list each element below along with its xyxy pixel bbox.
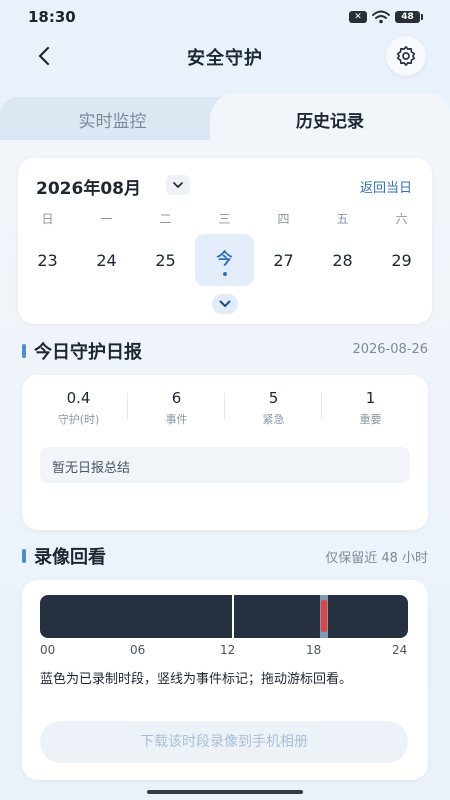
status-time: 18:30: [28, 8, 76, 26]
recording-timeline[interactable]: [40, 595, 408, 638]
calendar-card: 2026年08月 返回当日 日 一 二 三 四 五 六 23 24 25 今 2…: [18, 158, 432, 324]
report-section-header: 今日守护日报 2026-08-26: [22, 338, 428, 364]
date-cell[interactable]: 28: [313, 234, 372, 286]
date-number: 24: [96, 250, 117, 270]
weekday-label: 六: [395, 212, 408, 226]
date-number: 27: [273, 250, 294, 270]
playback-section-header: 录像回看 仅保留近 48 小时: [22, 543, 428, 569]
nav-bar: 安全守护: [0, 34, 450, 76]
weekday-row: 日 一 二 三 四 五 六: [18, 210, 432, 228]
date-row: 23 24 25 今 27 28 29: [18, 234, 432, 286]
download-button[interactable]: 下载该时段录像到手机相册: [40, 721, 408, 763]
stat-value: 1: [365, 389, 376, 407]
status-bar: 18:30 ✕ 48: [0, 0, 450, 34]
report-card: 0.4 守护(时) 6 事件 5 紧急 1 重要 暂无日报总结: [22, 375, 428, 530]
gear-icon: [396, 46, 416, 66]
month-picker-button[interactable]: [166, 175, 190, 195]
weekday-label: 日: [41, 212, 54, 226]
weekday-label: 四: [277, 212, 290, 226]
weekday-label: 二: [159, 212, 172, 226]
date-cell[interactable]: 23: [18, 234, 77, 286]
date-number: 29: [391, 250, 412, 270]
stat-label: 紧急: [262, 413, 285, 426]
wifi-icon: [372, 10, 390, 24]
date-number: 25: [155, 250, 176, 270]
stat-value: 5: [268, 389, 279, 407]
date-cell[interactable]: 24: [77, 234, 136, 286]
stat-guard-hours: 0.4 守护(时): [30, 389, 127, 427]
date-cell[interactable]: 29: [372, 234, 431, 286]
timeline-tick: 06: [130, 643, 146, 657]
stat-urgent: 5 紧急: [225, 389, 322, 427]
section-accent-bar: [22, 549, 26, 563]
mute-icon: ✕: [349, 11, 367, 23]
stat-label: 事件: [165, 413, 188, 426]
date-number: 今: [216, 248, 233, 268]
timeline-tick: 18: [306, 643, 322, 657]
month-label[interactable]: 2026年08月: [36, 174, 141, 199]
timeline-hint: 蓝色为已录制时段，竖线为事件标记；拖动游标回看。: [40, 672, 353, 687]
date-number: 28: [332, 250, 353, 270]
date-number: 23: [37, 250, 58, 270]
tab-realtime-label[interactable]: 实时监控: [0, 107, 225, 132]
stat-label: 守护(时): [57, 413, 100, 426]
section-accent-bar: [22, 344, 26, 358]
tab-bar: 实时监控 历史记录: [0, 93, 450, 145]
stat-label: 重要: [359, 413, 382, 426]
tab-history-label[interactable]: 历史记录: [210, 107, 450, 132]
stat-important: 1 重要: [322, 389, 419, 427]
report-date: 2026-08-26: [352, 342, 428, 357]
retention-note: 仅保留近 48 小时: [325, 551, 428, 566]
page-title: 安全守护: [187, 48, 263, 69]
report-title: 今日守护日报: [34, 342, 142, 363]
date-cell[interactable]: 27: [254, 234, 313, 286]
settings-button[interactable]: [386, 36, 426, 76]
stat-value: 0.4: [66, 389, 91, 407]
stat-events: 6 事件: [128, 389, 225, 427]
today-dot: [222, 271, 227, 276]
playback-title: 录像回看: [34, 547, 106, 568]
timeline-tick: 00: [40, 643, 56, 657]
date-cell[interactable]: 25: [136, 234, 195, 286]
status-icons: ✕ 48: [349, 10, 423, 24]
stat-value: 6: [171, 389, 182, 407]
event-marker[interactable]: [320, 600, 327, 632]
playback-card: 00 06 12 18 24 蓝色为已录制时段，竖线为事件标记；拖动游标回看。 …: [22, 580, 428, 780]
battery-icon: 48: [395, 11, 423, 23]
playback-cursor[interactable]: [232, 595, 235, 638]
report-summary: 暂无日报总结: [40, 447, 410, 483]
home-indicator[interactable]: [147, 790, 303, 794]
weekday-label: 三: [218, 212, 231, 226]
weekday-label: 五: [336, 212, 349, 226]
timeline-tick: 24: [392, 643, 408, 657]
weekday-label: 一: [100, 212, 113, 226]
timeline-tick: 12: [220, 643, 236, 657]
expand-calendar-button[interactable]: [212, 294, 238, 314]
chevron-down-icon: [219, 300, 231, 307]
chevron-down-icon: [173, 181, 183, 188]
back-today-link[interactable]: 返回当日: [360, 177, 412, 196]
date-cell-today[interactable]: 今: [195, 234, 254, 286]
